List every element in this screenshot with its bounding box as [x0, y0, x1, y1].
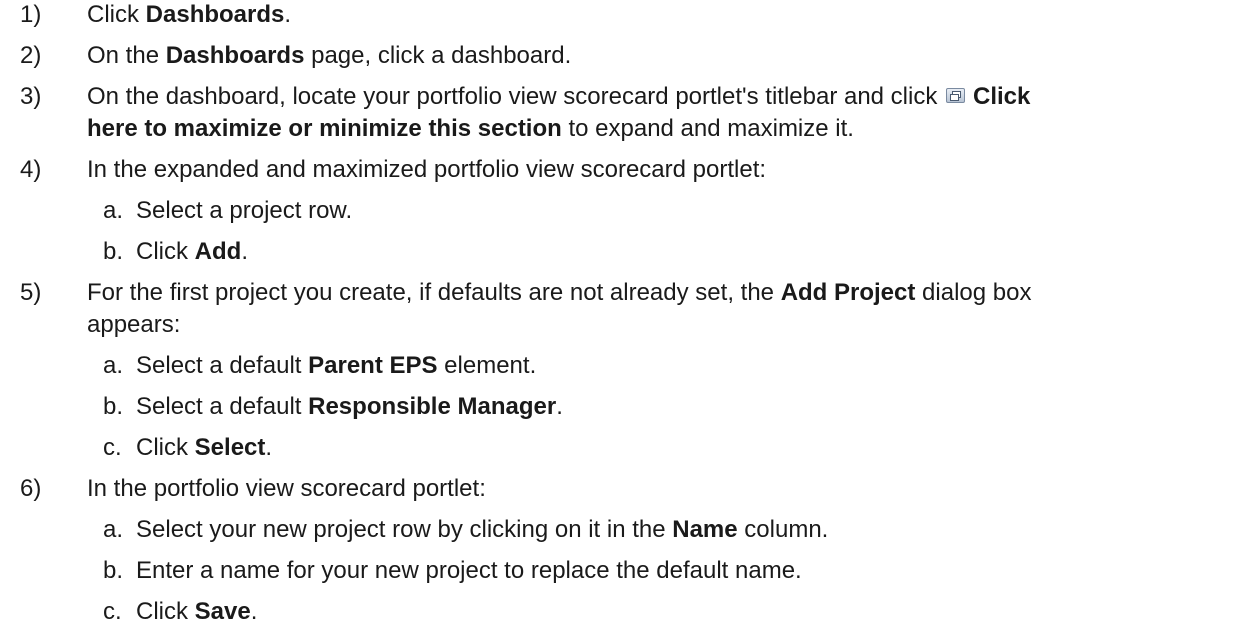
- ui-term-name: Name: [672, 516, 738, 543]
- step-text: Click Dashboards.: [87, 1, 292, 28]
- step-text: appears:: [87, 311, 181, 338]
- step-text: On the dashboard, locate your portfolio …: [87, 83, 1031, 110]
- substep-letter: a.: [103, 352, 124, 379]
- ui-term-select: Select: [194, 434, 266, 461]
- ui-term-save: Save: [194, 598, 251, 625]
- step-text: here to maximize or minimize this sectio…: [87, 115, 854, 142]
- ui-term-click: Click: [973, 83, 1031, 110]
- substep-letter: a.: [103, 516, 124, 543]
- substep-text: Click Add.: [136, 238, 248, 265]
- substep-text: Enter a name for your new project to rep…: [136, 557, 802, 584]
- ui-term-add-project: Add Project: [780, 279, 916, 306]
- ui-term-dashboards: Dashboards: [145, 1, 285, 28]
- substep-text: Select a default Parent EPS element.: [136, 352, 537, 379]
- substep-letter: b.: [103, 238, 124, 265]
- ui-term-dashboards: Dashboards: [165, 42, 305, 69]
- substep-text: Click Select.: [136, 434, 273, 461]
- substep-letter: b.: [103, 393, 124, 420]
- substep-letter: c.: [103, 598, 122, 625]
- step-text: In the expanded and maximized portfolio …: [87, 156, 767, 183]
- ui-term-maximize-section: here to maximize or minimize this sectio…: [87, 115, 562, 142]
- step-text: For the first project you create, if def…: [87, 279, 1032, 306]
- maximize-minimize-icon: [946, 88, 966, 103]
- ui-term-add: Add: [194, 238, 242, 265]
- step-text: In the portfolio view scorecard portlet:: [87, 475, 486, 502]
- ui-term-responsible-manager: Responsible Manager: [308, 393, 557, 420]
- substep-letter: c.: [103, 434, 122, 461]
- substep-text: Select your new project row by clicking …: [136, 516, 829, 543]
- ui-term-parent-eps: Parent EPS: [308, 352, 438, 379]
- step-text: On the Dashboards page, click a dashboar…: [87, 42, 572, 69]
- substep-text: Select a default Responsible Manager.: [136, 393, 563, 420]
- substep-text: Click Save.: [136, 598, 258, 625]
- substep-letter: b.: [103, 557, 124, 584]
- substep-letter: a.: [103, 197, 124, 224]
- substep-text: Select a project row.: [136, 197, 353, 224]
